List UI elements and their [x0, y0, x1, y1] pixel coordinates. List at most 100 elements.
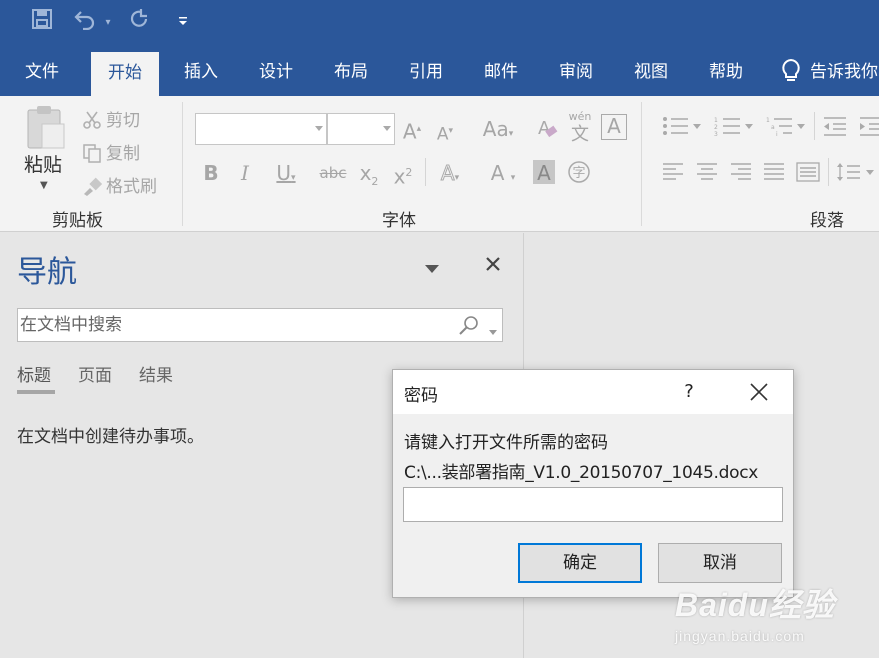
text-effects-icon: A	[440, 161, 455, 186]
tab-design[interactable]: 设计	[259, 48, 293, 96]
save-icon[interactable]	[28, 8, 56, 38]
dialog-title: 密码	[404, 386, 438, 406]
ok-button[interactable]: 确定	[518, 543, 642, 583]
help-button[interactable]: ?	[677, 378, 701, 406]
paragraph-divider	[814, 112, 815, 140]
superscript-button[interactable]: x2	[390, 160, 416, 190]
cancel-button[interactable]: 取消	[658, 543, 782, 583]
character-border-button[interactable]: A	[601, 114, 627, 140]
paste-label: 粘贴	[24, 154, 63, 176]
undo-dropdown-icon[interactable]: ▾	[102, 8, 114, 38]
title-bar: ▾	[0, 0, 879, 48]
lightbulb-icon	[782, 58, 800, 81]
align-right-button[interactable]	[730, 162, 752, 188]
align-left-button[interactable]	[662, 162, 684, 188]
tab-mailings[interactable]: 邮件	[484, 48, 518, 96]
character-shading-icon: A	[537, 161, 551, 185]
tab-layout[interactable]: 布局	[334, 48, 368, 96]
cut-label: 剪切	[106, 111, 140, 131]
grow-font-button[interactable]: A▴	[400, 116, 424, 145]
nav-search-input[interactable]	[20, 311, 450, 339]
change-case-button[interactable]: Aa▾	[476, 116, 520, 147]
decrease-indent-button[interactable]	[822, 116, 848, 142]
multilevel-list-button[interactable]: 1ai	[764, 116, 808, 142]
phonetic-guide-button[interactable]: wén 文	[566, 110, 594, 146]
underline-icon: U	[276, 161, 292, 185]
svg-text:字: 字	[573, 166, 586, 181]
search-icon[interactable]	[458, 315, 480, 341]
distributed-button[interactable]	[796, 162, 820, 188]
tab-home[interactable]: 开始	[91, 52, 159, 96]
italic-button[interactable]: I	[234, 160, 256, 186]
change-case-icon: Aa	[482, 117, 509, 141]
cut-button[interactable]: 剪切	[82, 106, 140, 131]
shrink-font-button[interactable]: A▾	[434, 118, 456, 148]
tab-insert[interactable]: 插入	[184, 48, 218, 96]
multilevel-list-icon: 1ai	[766, 117, 805, 138]
align-center-icon	[697, 163, 717, 180]
increase-indent-button[interactable]	[858, 116, 879, 142]
svg-text:1: 1	[714, 117, 718, 124]
character-shading-button[interactable]: A	[533, 160, 555, 185]
password-field[interactable]	[403, 487, 783, 522]
watermark-brand: Baidu经验	[675, 587, 835, 623]
group-divider	[182, 102, 183, 226]
align-center-button[interactable]	[696, 162, 718, 188]
enclose-characters-button[interactable]: 字	[566, 160, 592, 190]
paste-button[interactable]: 粘贴 ▼	[22, 104, 68, 198]
justify-icon	[764, 163, 784, 180]
nav-tab-underline	[17, 390, 55, 394]
dialog-file-path: C:\...装部署指南_V1.0_20150707_1045.docx	[404, 463, 758, 483]
dialog-prompt: 请键入打开文件所需的密码	[404, 433, 608, 453]
tab-view[interactable]: 视图	[634, 48, 668, 96]
phonetic-pinyin-label: wén	[568, 110, 592, 123]
justify-button[interactable]	[763, 162, 785, 188]
copy-icon	[83, 144, 101, 163]
nav-pane-options-icon[interactable]	[424, 259, 440, 273]
subscript-button[interactable]: x2	[356, 160, 382, 195]
font-size-combobox[interactable]	[327, 113, 395, 145]
ribbon: 粘贴 ▼ 剪切 复制 格式刷 剪贴板 A▴ A▾ Aa▾ A wén 文 A B…	[0, 96, 879, 320]
nav-pane-title: 导航	[17, 255, 77, 290]
bold-button[interactable]: B	[200, 160, 222, 186]
tab-references[interactable]: 引用	[409, 48, 443, 96]
nav-tab-headings[interactable]: 标题	[17, 361, 51, 386]
format-painter-label: 格式刷	[106, 177, 157, 197]
clear-formatting-button[interactable]: A	[536, 116, 558, 146]
copy-label: 复制	[106, 144, 140, 164]
strikethrough-button[interactable]: abc	[318, 160, 348, 186]
undo-icon[interactable]	[70, 8, 100, 38]
nav-search-box	[17, 308, 503, 342]
text-effects-button[interactable]: A▾	[432, 160, 468, 191]
nav-pane-close-icon[interactable]	[484, 255, 502, 273]
line-spacing-button[interactable]	[836, 162, 879, 188]
bold-icon: B	[203, 161, 219, 185]
tab-file[interactable]: 文件	[25, 48, 59, 96]
copy-button[interactable]: 复制	[82, 139, 140, 164]
paste-dropdown-icon: ▼	[40, 180, 48, 191]
tab-help[interactable]: 帮助	[709, 48, 743, 96]
tab-review[interactable]: 审阅	[559, 48, 593, 96]
bullets-button[interactable]	[660, 116, 704, 142]
dialog-close-button[interactable]	[743, 376, 775, 408]
tell-me-box[interactable]: 告诉我你	[780, 48, 878, 96]
numbering-button[interactable]: 123	[712, 116, 756, 142]
tell-me-label: 告诉我你	[810, 62, 878, 82]
format-painter-button[interactable]: 格式刷	[82, 172, 157, 197]
nav-tab-pages[interactable]: 页面	[78, 361, 112, 386]
search-dropdown-icon[interactable]	[488, 322, 498, 341]
align-left-icon	[663, 163, 683, 180]
underline-button[interactable]: U▾	[268, 160, 304, 191]
customize-qat-icon[interactable]	[174, 8, 192, 38]
paragraph-group-label: 段落	[810, 211, 844, 231]
font-color-button[interactable]: A ▾	[481, 160, 525, 191]
font-name-combobox[interactable]	[195, 113, 327, 145]
redo-icon[interactable]	[126, 8, 154, 38]
nav-tab-results[interactable]: 结果	[139, 361, 173, 386]
dialog-title-bar: 密码 ?	[393, 370, 793, 414]
strikethrough-icon: abc	[319, 164, 347, 182]
clipboard-group-label: 剪贴板	[52, 211, 103, 231]
close-icon	[750, 383, 768, 401]
font-group-label: 字体	[382, 211, 416, 231]
svg-text:i: i	[776, 131, 778, 136]
